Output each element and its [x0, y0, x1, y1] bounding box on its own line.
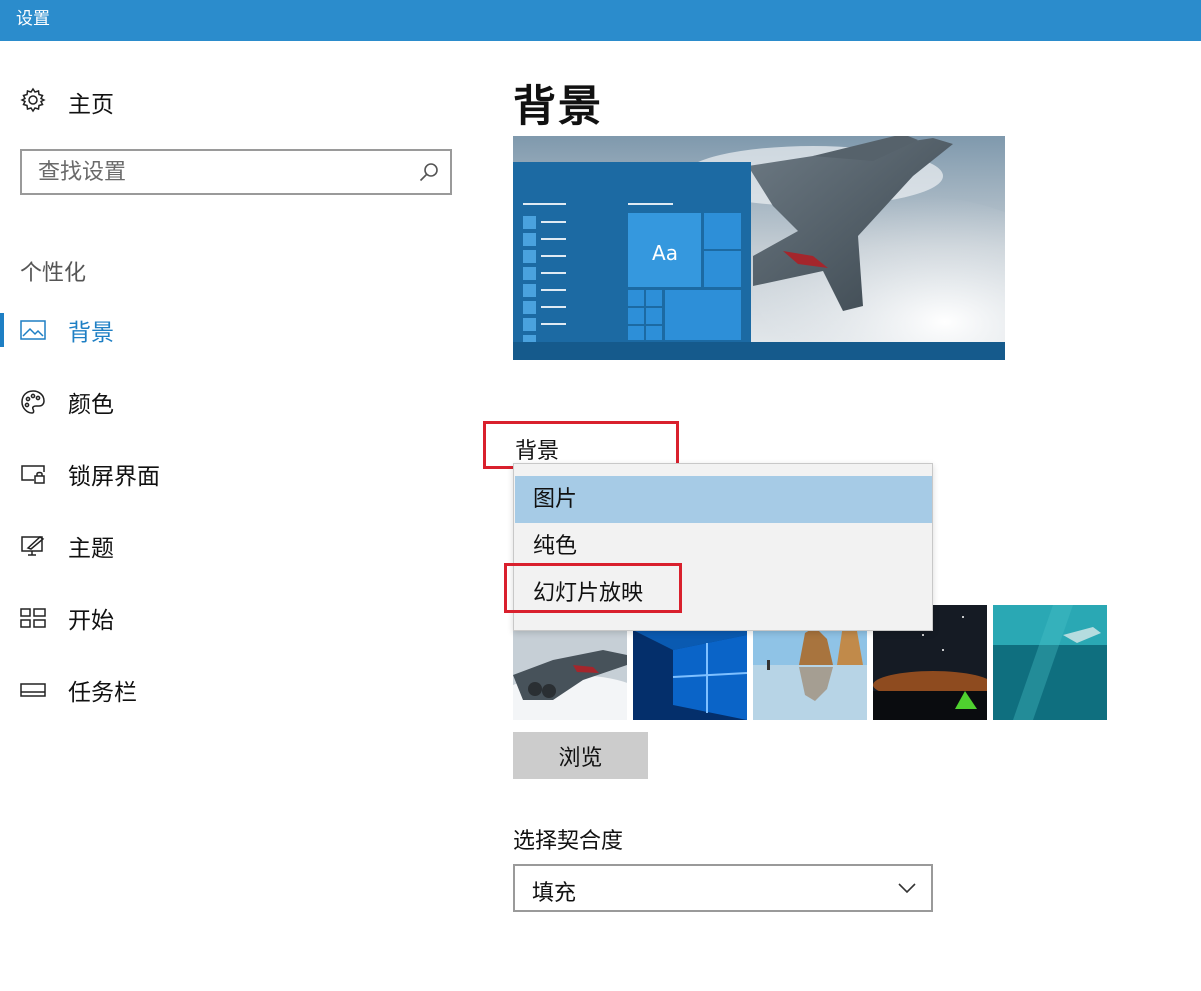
sidebar-item-label: 任务栏	[68, 680, 137, 706]
sidebar-item-label: 锁屏界面	[68, 464, 160, 490]
option-picture[interactable]: 图片	[515, 476, 932, 523]
lock-screen-icon	[20, 461, 46, 487]
sidebar-item-background[interactable]: 背景	[0, 310, 470, 350]
preview-tile-text: Aa	[652, 241, 678, 265]
background-type-dropdown[interactable]: 图片 纯色 幻灯片放映	[513, 463, 933, 631]
home-link[interactable]: 主页	[20, 86, 114, 118]
taskbar-icon	[20, 677, 46, 703]
home-label: 主页	[68, 92, 114, 118]
sidebar-item-label: 开始	[68, 608, 114, 634]
chevron-down-icon	[897, 880, 917, 899]
start-icon	[20, 605, 46, 631]
background-preview: Aa	[513, 136, 1005, 360]
fit-select[interactable]: 填充	[513, 864, 933, 912]
option-slideshow[interactable]: 幻灯片放映	[515, 570, 932, 617]
palette-icon	[20, 389, 46, 415]
gear-icon	[20, 87, 46, 117]
search-box[interactable]	[20, 149, 452, 195]
sidebar-item-start[interactable]: 开始	[0, 598, 470, 638]
window-title: 设置	[16, 9, 50, 29]
fit-label: 选择契合度	[513, 829, 624, 854]
sidebar-item-themes[interactable]: 主题	[0, 526, 470, 566]
background-label: 背景	[515, 439, 560, 464]
sidebar-item-label: 主题	[68, 536, 114, 562]
theme-icon	[20, 533, 46, 559]
search-input[interactable]	[22, 151, 418, 193]
option-solid-color[interactable]: 纯色	[515, 523, 932, 570]
page-title: 背景	[513, 82, 603, 132]
sidebar-item-label: 颜色	[68, 392, 114, 418]
fit-select-value: 填充	[532, 881, 577, 906]
highlight-box-background-label	[483, 421, 679, 469]
sidebar-item-colors[interactable]: 颜色	[0, 382, 470, 422]
sidebar-item-lock-screen[interactable]: 锁屏界面	[0, 454, 470, 494]
title-bar: 设置	[0, 0, 1201, 41]
sidebar-item-taskbar[interactable]: 任务栏	[0, 670, 470, 710]
section-label-personalization: 个性化	[20, 261, 87, 286]
thumbnail-underwater[interactable]	[993, 605, 1107, 720]
sidebar-item-label: 背景	[68, 320, 114, 346]
picture-icon	[20, 317, 46, 343]
browse-button[interactable]: 浏览	[513, 732, 648, 779]
search-icon[interactable]	[418, 161, 440, 187]
